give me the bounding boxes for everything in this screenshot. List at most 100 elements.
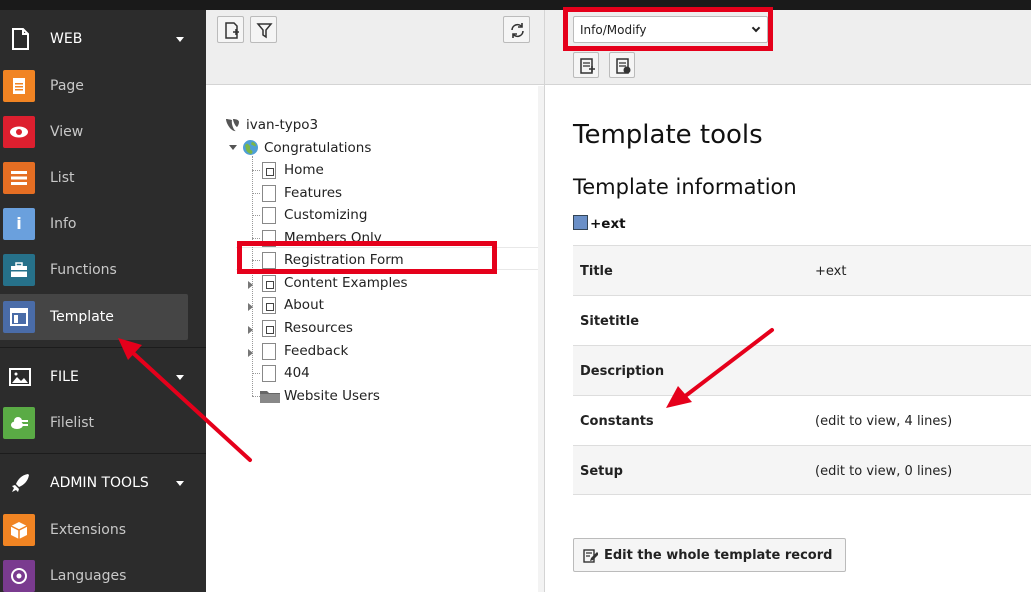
module-filelist[interactable]: Filelist [0, 400, 206, 446]
template-name[interactable]: +ext [573, 215, 626, 232]
tree-toolbar [206, 10, 544, 85]
filter-button[interactable] [250, 16, 277, 43]
chevron-down-icon[interactable] [176, 375, 184, 380]
content-area: Info/Modify Template tools Template info… [544, 10, 1031, 592]
divider [0, 453, 206, 454]
module-label: Extensions [50, 522, 127, 538]
tree-page-label: Resources [284, 320, 353, 336]
page-icon [3, 70, 35, 102]
module-label: Languages [50, 568, 127, 584]
tree-page-label: 404 [284, 365, 310, 381]
table-cell: +ext [815, 264, 847, 279]
tree-site-label: Congratulations [264, 140, 372, 156]
rocket-icon [12, 474, 29, 492]
new-template-button[interactable] [573, 52, 599, 78]
shortcut-page-icon [262, 297, 276, 314]
page-icon [262, 343, 276, 360]
module-extensions[interactable]: Extensions [0, 507, 206, 553]
tree-root-label: ivan-typo3 [246, 117, 319, 133]
tree-connector [252, 396, 260, 397]
page-icon [262, 207, 276, 224]
table-cell: (edit to view, 0 lines) [815, 464, 953, 479]
table-row: Description [573, 345, 1031, 395]
eye-icon [3, 116, 35, 148]
globe-icon [3, 560, 35, 592]
typo3-logo-icon [226, 119, 239, 132]
tree-connector [252, 373, 260, 374]
module-menu: WEB Page View List i Info Functions Temp… [0, 10, 206, 592]
group-label: ADMIN TOOLS [50, 475, 149, 491]
table-row: Setup (edit to view, 0 lines) [573, 445, 1031, 495]
group-web[interactable]: WEB [0, 16, 206, 62]
module-page[interactable]: Page [0, 63, 206, 109]
image-icon [9, 368, 31, 386]
edit-template-record-button[interactable]: Edit the whole template record [573, 538, 846, 572]
new-page-icon [225, 22, 239, 39]
document-icon [12, 28, 29, 50]
page-icon [262, 365, 276, 382]
template-icon [3, 301, 35, 333]
list-icon [3, 162, 35, 194]
shortcut-page-icon [262, 320, 276, 337]
edit-icon [583, 549, 598, 563]
table-row: Constants (edit to view, 4 lines) [573, 395, 1031, 445]
edit-template-record-label: Edit the whole template record [604, 548, 833, 563]
box-icon [3, 514, 35, 546]
chevron-right-icon[interactable] [248, 303, 253, 311]
folder-icon [260, 391, 280, 403]
chevron-right-icon[interactable] [248, 326, 253, 334]
group-file[interactable]: FILE [0, 354, 206, 400]
annotation-box-registration-form [237, 241, 497, 274]
table-row: Sitetitle [573, 295, 1031, 345]
table-header-cell: Description [580, 364, 665, 379]
module-list[interactable]: List [0, 155, 206, 201]
module-functions[interactable]: Functions [0, 247, 206, 293]
info-icon: i [3, 208, 35, 240]
tree-connector [252, 193, 260, 194]
tree-page-label: About [284, 297, 324, 313]
chevron-down-icon[interactable] [176, 481, 184, 486]
group-admin-tools[interactable]: ADMIN TOOLS [0, 460, 206, 506]
module-info[interactable]: i Info [0, 201, 206, 247]
chevron-right-icon[interactable] [248, 349, 253, 357]
tree-page-label: Customizing [284, 207, 368, 223]
module-languages[interactable]: Languages [0, 553, 206, 592]
refresh-icon [511, 23, 524, 38]
module-label: Page [50, 78, 84, 94]
tree-page-label: Home [284, 162, 324, 178]
cloud-icon [3, 407, 35, 439]
module-view[interactable]: View [0, 109, 206, 155]
shortcut-page-icon [262, 162, 276, 179]
chevron-right-icon[interactable] [248, 281, 253, 289]
template-name-label: +ext [590, 216, 626, 232]
save-template-button[interactable] [609, 52, 635, 78]
document-save-icon [616, 58, 631, 74]
briefcase-icon [3, 254, 35, 286]
tree-page-label: Website Users [284, 388, 380, 404]
module-label: List [50, 170, 75, 186]
module-template[interactable]: Template [0, 294, 206, 340]
tree-connector [252, 170, 260, 171]
new-page-button[interactable] [217, 16, 244, 43]
globe-icon [243, 140, 258, 155]
tree-connector [252, 215, 260, 216]
module-label: Filelist [50, 415, 94, 431]
table-header-cell: Constants [580, 414, 654, 429]
group-label: WEB [50, 31, 83, 47]
template-icon [573, 215, 588, 230]
module-label: Template [50, 309, 114, 325]
module-label: Info [50, 216, 77, 232]
tree-page-label: Content Examples [284, 275, 408, 291]
chevron-down-icon[interactable] [229, 145, 237, 150]
shortcut-page-icon [262, 275, 276, 292]
page-icon [262, 185, 276, 202]
chevron-down-icon[interactable] [176, 37, 184, 42]
tree-connector [252, 156, 253, 396]
divider [0, 347, 206, 348]
tree-page-label: Features [284, 185, 343, 201]
tree-connector [252, 238, 260, 239]
group-label: FILE [50, 369, 79, 385]
filter-icon [256, 23, 273, 39]
refresh-button[interactable] [503, 16, 530, 43]
table-cell: (edit to view, 4 lines) [815, 414, 953, 429]
